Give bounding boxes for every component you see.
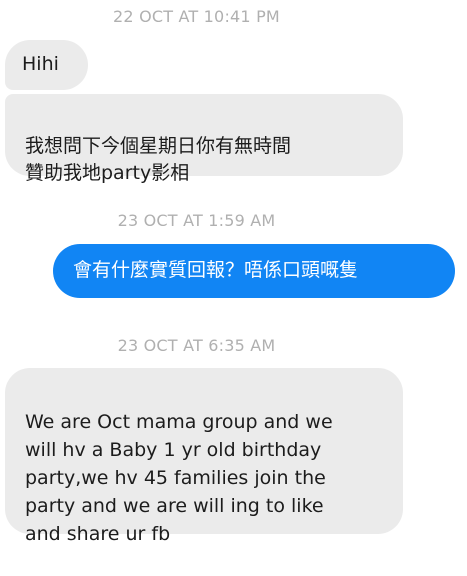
message-bubble-incoming[interactable]: 我想問下今個星期日你有無時間 贊助我地party影相 xyxy=(5,94,403,184)
timestamp: 23 OCT AT 1:59 AM xyxy=(117,211,276,230)
timestamp: 23 OCT AT 6:35 AM xyxy=(117,336,276,355)
message-bubble-outgoing[interactable]: 會有什麼實質回報？唔係口頭嘅隻 xyxy=(53,244,455,298)
message-text: 會有什麼實質回報？唔係口頭嘅隻 xyxy=(73,259,359,281)
message-text: We are Oct mama group and we will hv a B… xyxy=(25,411,333,545)
timestamp: 22 OCT AT 10:41 PM xyxy=(113,7,280,26)
message-text: 我想問下今個星期日你有無時間 贊助我地party影相 xyxy=(25,135,292,184)
message-bubble-incoming[interactable]: We are Oct mama group and we will hv a B… xyxy=(5,368,403,545)
message-bubble-incoming[interactable]: Hihi xyxy=(5,40,88,90)
message-text: Hihi xyxy=(22,53,59,75)
